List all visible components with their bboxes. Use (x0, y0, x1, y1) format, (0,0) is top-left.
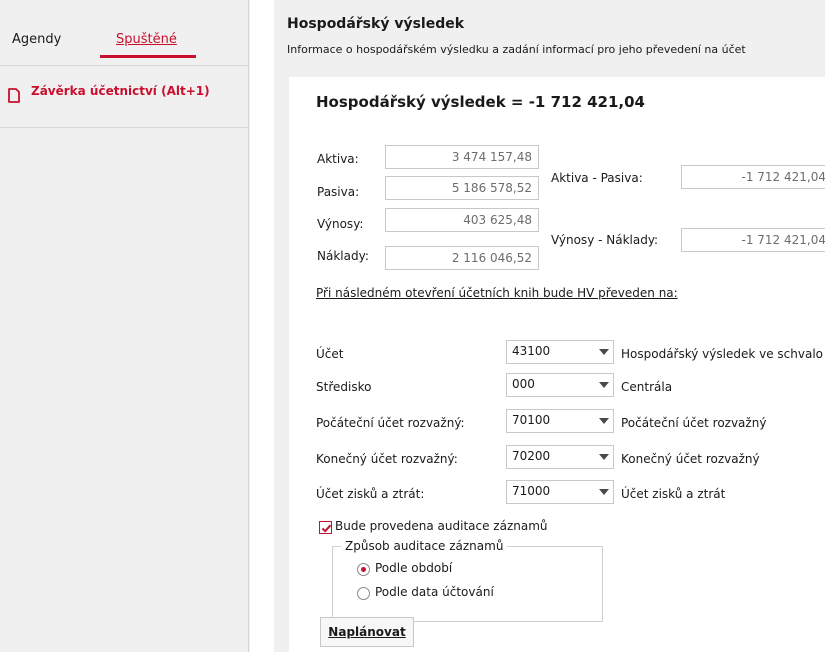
sidebar-item-label: Závěrka účetnictví (Alt+1) (31, 84, 210, 98)
stredisko-combo[interactable]: 000 (506, 373, 614, 397)
transfer-info-text: Při následném otevření účetních knih bud… (316, 286, 678, 300)
naplanovat-button[interactable]: Naplánovat (320, 617, 414, 647)
tab-spustene[interactable]: Spuštěné (116, 32, 177, 47)
ucet-combo[interactable]: 43100 (506, 340, 614, 364)
tab-agendy[interactable]: Agendy (12, 32, 61, 47)
ucet-label: Účet (316, 347, 344, 361)
chevron-down-icon[interactable] (599, 382, 609, 388)
radio-podle-data-uctovani[interactable] (357, 587, 370, 600)
page-subtitle: Informace o hospodářském výsledku a zadá… (287, 43, 746, 56)
sidebar: Agendy Spuštěné Závěrka účetnictví (Alt+… (0, 0, 249, 652)
checkmark-icon (321, 524, 332, 533)
audit-method-legend: Způsob auditace záznamů (341, 539, 508, 553)
vynosy-naklady-field: -1 712 421,04 (681, 228, 825, 252)
radio-podle-data-uctovani-label: Podle data účtování (375, 585, 494, 599)
ucet-combo-value: 43100 (512, 344, 551, 358)
ucet-description: Hospodářský výsledek ve schvalo (621, 347, 823, 361)
stredisko-combo-value: 000 (512, 377, 535, 391)
ucet-zisku-combo-value: 71000 (512, 484, 551, 498)
konecny-ucet-combo[interactable]: 70200 (506, 445, 614, 469)
naklady-label: Náklady: (317, 249, 369, 263)
pocatecni-ucet-combo-value: 70100 (512, 413, 551, 427)
main-panel: Hospodářský výsledek Informace o hospodá… (274, 0, 825, 652)
konecny-ucet-description: Konečný účet rozvažný (621, 452, 760, 466)
konecny-ucet-label: Konečný účet rozvažný: (316, 452, 458, 466)
pocatecni-ucet-combo[interactable]: 70100 (506, 409, 614, 433)
content-area: Hospodářský výsledek = -1 712 421,04 Akt… (289, 77, 825, 652)
radio-selected-dot (361, 567, 366, 572)
pasiva-field: 5 186 578,52 (385, 176, 539, 200)
stredisko-description: Centrála (621, 380, 673, 394)
sidebar-tabs: Agendy Spuštěné (0, 0, 249, 66)
radio-podle-obdobi-label: Podle období (375, 561, 453, 575)
aktiva-label: Aktiva: (317, 152, 359, 166)
page-title: Hospodářský výsledek (287, 16, 465, 32)
chevron-down-icon[interactable] (599, 489, 609, 495)
vynosy-naklady-label: Výnosy - Náklady: (551, 233, 659, 247)
aktiva-field: 3 474 157,48 (385, 145, 539, 169)
ucet-zisku-combo[interactable]: 71000 (506, 480, 614, 504)
active-tab-indicator (100, 55, 196, 58)
chevron-down-icon[interactable] (599, 418, 609, 424)
chevron-down-icon[interactable] (599, 454, 609, 460)
konecny-ucet-combo-value: 70200 (512, 449, 551, 463)
pasiva-label: Pasiva: (317, 185, 360, 199)
aktiva-pasiva-field: -1 712 421,04 (681, 165, 825, 189)
pocatecni-ucet-description: Počáteční účet rozvažný (621, 416, 767, 430)
chevron-down-icon[interactable] (599, 349, 609, 355)
stredisko-label: Středisko (316, 380, 372, 394)
ucet-zisku-description: Účet zisků a ztrát (621, 487, 726, 501)
audit-method-group: Způsob auditace záznamů Podle období Pod… (332, 539, 603, 622)
vynosy-field: 403 625,48 (385, 208, 539, 232)
audit-checkbox-label: Bude provedena auditace záznamů (335, 519, 548, 533)
pocatecni-ucet-label: Počáteční účet rozvažný: (316, 416, 465, 430)
ucet-zisku-label: Účet zisků a ztrát: (316, 487, 425, 501)
radio-podle-obdobi[interactable] (357, 563, 370, 576)
aktiva-pasiva-label: Aktiva - Pasiva: (551, 171, 643, 185)
document-icon (8, 88, 20, 103)
vynosy-label: Výnosy: (317, 217, 364, 231)
hv-summary-title: Hospodářský výsledek = -1 712 421,04 (316, 93, 645, 111)
naklady-field: 2 116 046,52 (385, 246, 539, 270)
panel-separator (250, 0, 274, 652)
audit-checkbox[interactable] (319, 521, 332, 534)
sidebar-item-zaverka-ucetnictvi[interactable]: Závěrka účetnictví (Alt+1) (0, 78, 249, 128)
